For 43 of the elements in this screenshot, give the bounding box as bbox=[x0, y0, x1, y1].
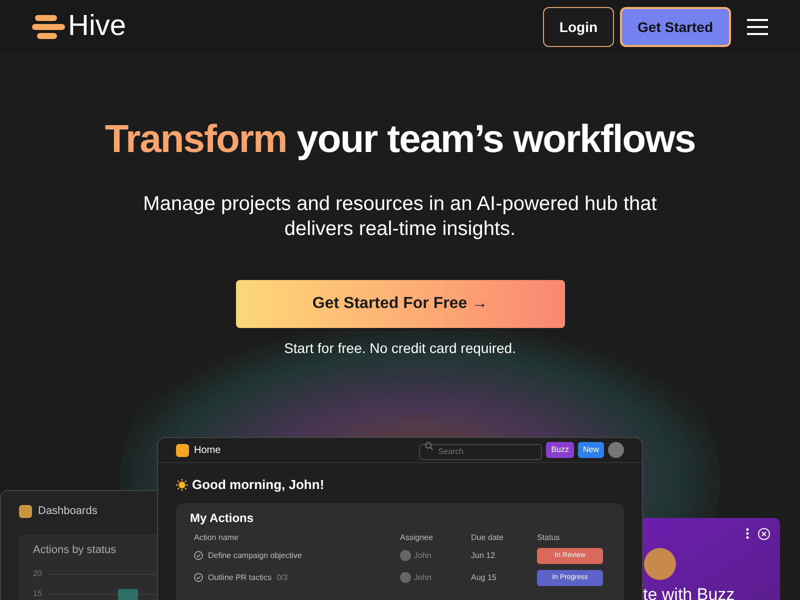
get-started-free-button[interactable]: Get Started For Free → bbox=[236, 280, 564, 328]
action-name: Define campaign objective bbox=[208, 550, 302, 562]
column-header: Assignee bbox=[400, 532, 434, 544]
home-icon bbox=[176, 444, 189, 456]
menu-icon[interactable] bbox=[747, 19, 768, 35]
search-icon bbox=[425, 442, 434, 450]
cta-note: Start for free. No credit card required. bbox=[284, 338, 516, 358]
hero-title: Transform your team’s workflows bbox=[104, 117, 696, 163]
new-button[interactable]: New bbox=[578, 442, 604, 458]
login-button[interactable]: Login bbox=[543, 7, 614, 47]
avatar bbox=[400, 572, 411, 583]
due-date: Jun 12 bbox=[471, 550, 496, 562]
column-header: Action name bbox=[194, 532, 240, 544]
assignee: John bbox=[414, 550, 432, 562]
column-header: Status bbox=[537, 532, 561, 544]
column-header: Due date bbox=[471, 532, 504, 544]
avatar bbox=[400, 550, 411, 561]
check-icon[interactable] bbox=[194, 551, 203, 560]
sun-icon bbox=[176, 478, 188, 491]
logo-icon bbox=[32, 14, 66, 40]
avatar-placeholder bbox=[644, 548, 676, 580]
search-field[interactable]: Search bbox=[419, 444, 542, 460]
window-title: Dashboards bbox=[38, 504, 98, 519]
axis-label: 15 bbox=[33, 588, 42, 600]
window-title: Home bbox=[194, 444, 221, 458]
hero-subtitle: Manage projects and resources in an AI-powered hub that delivers real-time insights. bbox=[142, 192, 658, 242]
buzz-button[interactable]: Buzz bbox=[546, 442, 574, 458]
check-icon[interactable] bbox=[194, 573, 203, 582]
assignee: John bbox=[414, 572, 432, 584]
close-icon[interactable] bbox=[758, 528, 770, 540]
chart-title: Actions by status bbox=[33, 542, 118, 558]
more-icon[interactable] bbox=[746, 528, 749, 539]
action-name: Outline PR tactics bbox=[208, 572, 272, 584]
logo-text: Hive bbox=[68, 9, 126, 44]
dashboard-icon bbox=[19, 504, 32, 518]
due-date: Aug 15 bbox=[471, 572, 498, 584]
card-title: My Actions bbox=[190, 510, 255, 526]
axis-label: 20 bbox=[33, 568, 42, 580]
subtask-count: 0/3 bbox=[276, 572, 288, 584]
buzz-heading: te with Buzz bbox=[643, 584, 735, 600]
greeting: Good morning, John! bbox=[192, 476, 324, 494]
get-started-button[interactable]: Get Started bbox=[620, 7, 731, 47]
avatar[interactable] bbox=[608, 442, 624, 458]
